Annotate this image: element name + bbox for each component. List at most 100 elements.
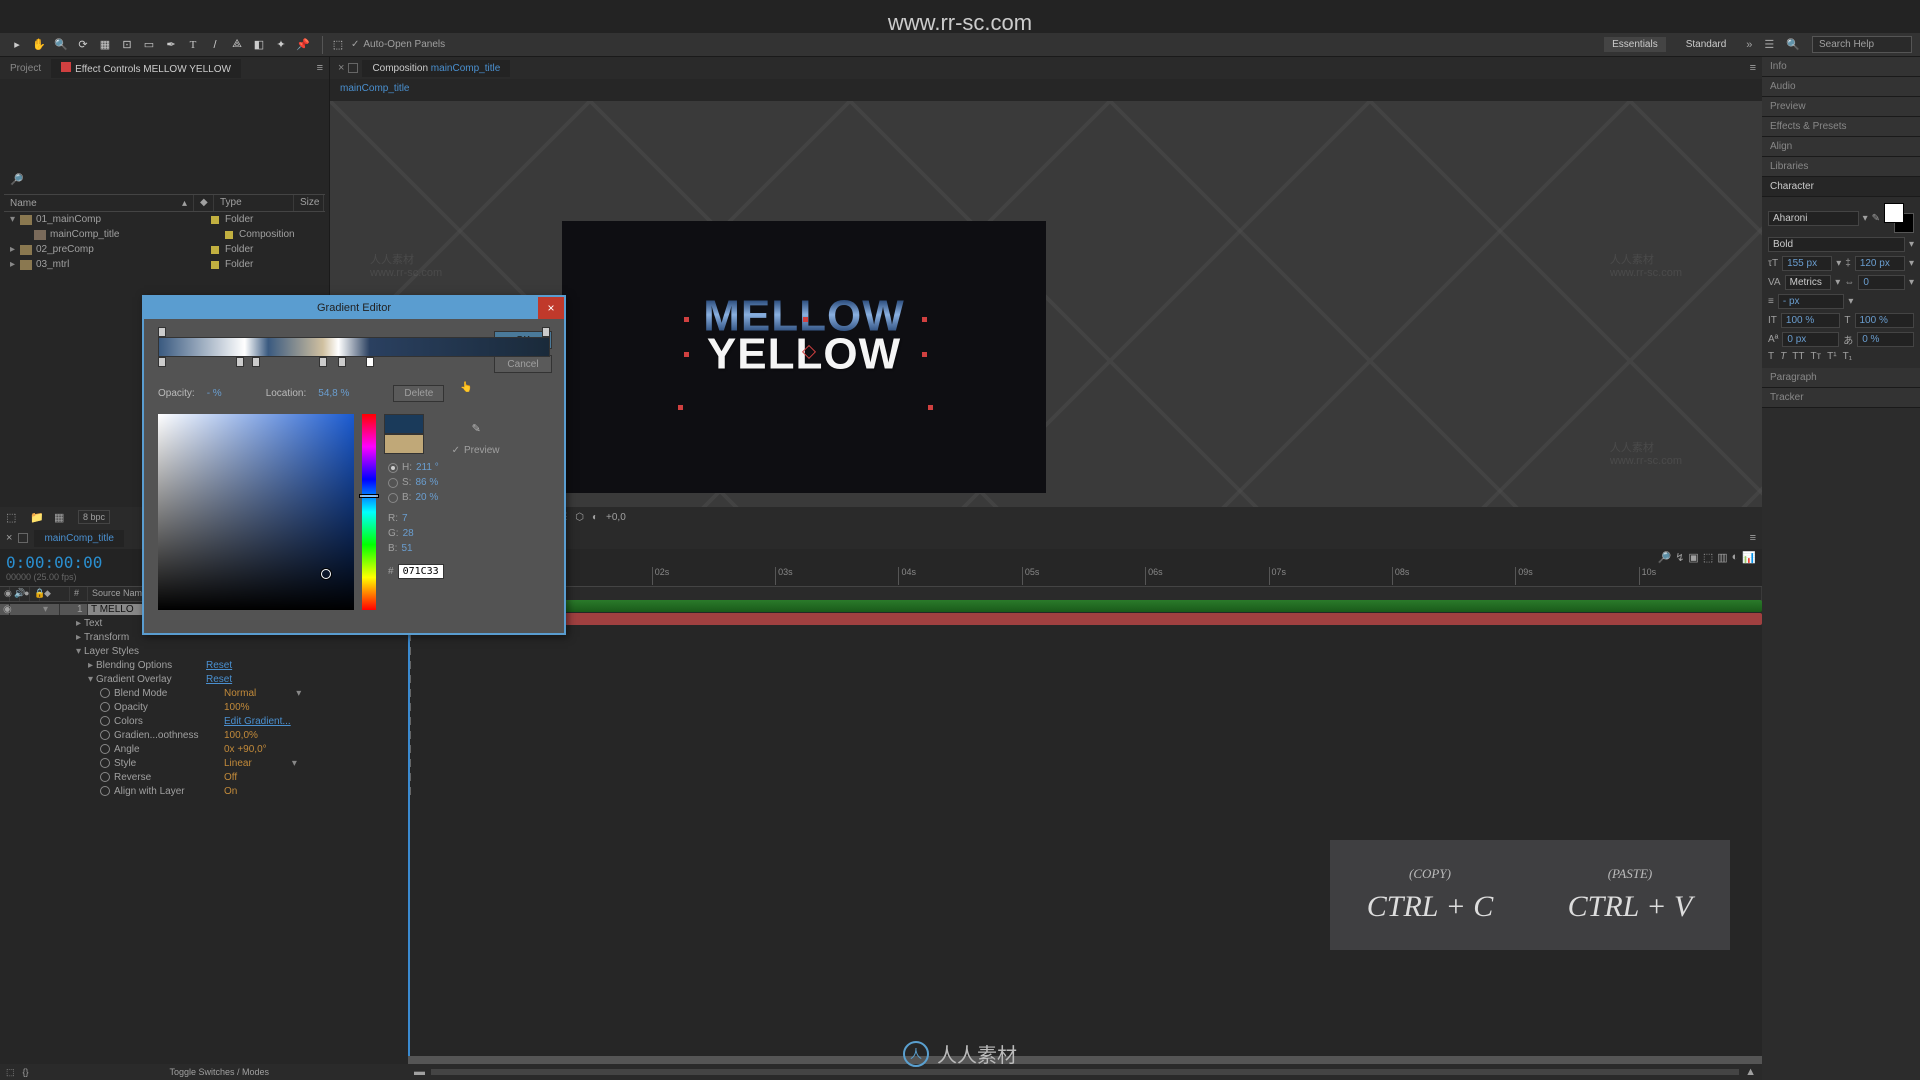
time-navigator[interactable] [408, 1056, 1762, 1064]
font-family-dropdown[interactable]: Aharoni [1768, 211, 1859, 226]
dialog-close-button[interactable]: × [538, 297, 564, 319]
b2-value[interactable]: 51 [401, 543, 412, 554]
property-row[interactable]: ReverseOff [0, 770, 1762, 784]
clone-tool-icon[interactable]: ⟁ [228, 36, 246, 54]
rotate-tool-icon[interactable]: ⟳ [74, 36, 92, 54]
frame-blend-icon[interactable]: ▥ [1717, 551, 1727, 564]
hand-tool-icon[interactable]: ✋ [30, 36, 48, 54]
color-stop[interactable] [252, 357, 260, 367]
new-comp-icon[interactable]: ▦ [54, 511, 68, 524]
subscript-icon[interactable]: T₁ [1843, 351, 1852, 362]
small-caps-icon[interactable]: Tᴛ [1810, 351, 1821, 362]
col-label[interactable]: ◆ [40, 587, 70, 601]
g-value[interactable]: 28 [403, 528, 414, 539]
property-row[interactable]: ▾Gradient OverlayReset [0, 672, 1762, 686]
brush-tool-icon[interactable]: / [206, 36, 224, 54]
selection-handle[interactable] [684, 317, 689, 322]
playhead[interactable] [408, 599, 410, 1064]
eyedropper-icon[interactable]: ✎ [472, 422, 500, 435]
exposure-value[interactable]: +0,0 [606, 512, 626, 523]
opacity-value[interactable]: - % [207, 388, 222, 399]
h-radio[interactable] [388, 463, 398, 473]
pen-tool-icon[interactable]: ✒ [162, 36, 180, 54]
info-panel-header[interactable]: Info [1762, 57, 1920, 77]
selection-handle[interactable] [803, 317, 808, 322]
property-row[interactable]: Gradien...oothness100,0% [0, 728, 1762, 742]
zoom-tool-icon[interactable]: 🔍 [52, 36, 70, 54]
timeline-tab[interactable]: mainComp_title [34, 530, 123, 547]
panel-menu-icon[interactable]: ≡ [1744, 62, 1762, 74]
tab-close-icon[interactable]: × [6, 532, 12, 544]
preview-panel-header[interactable]: Preview [1762, 97, 1920, 117]
color-stop[interactable] [338, 357, 346, 367]
hue-slider[interactable] [362, 414, 376, 610]
title-text-layer[interactable]: MELLOW YELLOW [703, 298, 905, 373]
toggle-switch-icon[interactable]: ⬚ [6, 1067, 15, 1078]
gradient-preview[interactable] [158, 337, 550, 357]
comp-lock-icon[interactable] [348, 63, 358, 73]
toggle-switch-icon[interactable]: {} [23, 1067, 29, 1077]
tsume-input[interactable]: 0 % [1857, 332, 1914, 347]
zoom-slider[interactable] [431, 1069, 1739, 1075]
graph-editor-icon[interactable]: 📊 [1742, 551, 1756, 564]
zoom-in-icon[interactable]: ▲ [1745, 1066, 1756, 1078]
property-row[interactable]: Opacity100% [0, 700, 1762, 714]
col-size[interactable]: Size [294, 195, 324, 211]
color-stop[interactable] [319, 357, 327, 367]
font-size-input[interactable]: 155 px [1782, 256, 1832, 271]
motion-blur-icon[interactable]: ◐ [1732, 551, 1739, 564]
color-stop[interactable] [158, 357, 166, 367]
project-item[interactable]: ▸02_preCompFolder [4, 242, 325, 257]
audio-panel-header[interactable]: Audio [1762, 77, 1920, 97]
sort-icon[interactable]: ▴ [182, 198, 187, 209]
hex-input[interactable] [398, 564, 444, 579]
project-search-icon[interactable]: 🔎 [10, 173, 325, 186]
delete-stop-button[interactable]: Delete [393, 385, 444, 402]
opacity-stop[interactable] [158, 327, 166, 337]
composition-tab[interactable]: Composition mainComp_title [362, 60, 510, 77]
s-value[interactable]: 86 % [415, 477, 438, 488]
saturation-value-field[interactable] [158, 414, 354, 610]
sv-cursor[interactable] [321, 569, 331, 579]
composition-breadcrumb[interactable]: mainComp_title [330, 79, 1762, 98]
col-label[interactable]: ◆ [194, 195, 214, 211]
property-row[interactable]: Align with LayerOn [0, 784, 1762, 798]
tracker-panel-header[interactable]: Tracker [1762, 388, 1920, 408]
property-row[interactable]: ▸Blending OptionsReset [0, 658, 1762, 672]
panel-menu-icon[interactable]: ≡ [311, 62, 329, 74]
comp-mini-flowchart-icon[interactable]: ↯ [1675, 551, 1684, 564]
comp-flowchart-icon[interactable]: ⬡ [575, 512, 584, 523]
workspace-standard[interactable]: Standard [1678, 37, 1735, 52]
r-value[interactable]: 7 [402, 513, 408, 524]
vscale-input[interactable]: 100 % [1781, 313, 1841, 328]
h-value[interactable]: 211 ° [416, 462, 439, 473]
leading-input[interactable]: 120 px [1855, 256, 1905, 271]
libraries-panel-header[interactable]: Libraries [1762, 157, 1920, 177]
s-radio[interactable] [388, 478, 398, 488]
tab-lock-icon[interactable] [18, 533, 28, 543]
tracking-input[interactable]: 0 [1858, 275, 1905, 290]
zoom-out-icon[interactable]: ▬ [414, 1066, 425, 1078]
property-row[interactable]: Blend ModeNormal ▾ [0, 686, 1762, 700]
selection-handle[interactable] [922, 317, 927, 322]
draft-3d-icon[interactable]: ▣ [1688, 551, 1698, 564]
toggle-switches-button[interactable]: Toggle Switches / Modes [37, 1067, 402, 1077]
col-type[interactable]: Type [214, 195, 294, 211]
dialog-titlebar[interactable]: Gradient Editor × [144, 297, 564, 319]
property-row[interactable]: ▾Layer Styles [0, 644, 1762, 658]
old-color[interactable] [384, 434, 424, 454]
effect-controls-tab[interactable]: Effect Controls MELLOW YELLOW [51, 59, 241, 78]
gradient-ramp[interactable] [158, 329, 550, 367]
project-item[interactable]: mainComp_titleComposition [4, 227, 325, 242]
col-audio[interactable]: 🔊 [10, 587, 20, 601]
exposure-icon[interactable]: ◐ [592, 512, 598, 523]
bpc-button[interactable]: 8 bpc [78, 510, 110, 524]
paragraph-panel-header[interactable]: Paragraph [1762, 368, 1920, 388]
auto-open-checkbox[interactable]: ✓Auto-Open Panels [351, 39, 445, 50]
opacity-stop[interactable] [542, 327, 550, 337]
time-ruler[interactable]: 02s03s04s05s06s07s08s09s10s [408, 567, 1762, 585]
puppet-tool-icon[interactable]: 📌 [294, 36, 312, 54]
search-help-input[interactable]: Search Help [1812, 36, 1912, 53]
hide-shy-icon[interactable]: ⬚ [1703, 551, 1713, 564]
workspace-essentials[interactable]: Essentials [1604, 37, 1666, 52]
